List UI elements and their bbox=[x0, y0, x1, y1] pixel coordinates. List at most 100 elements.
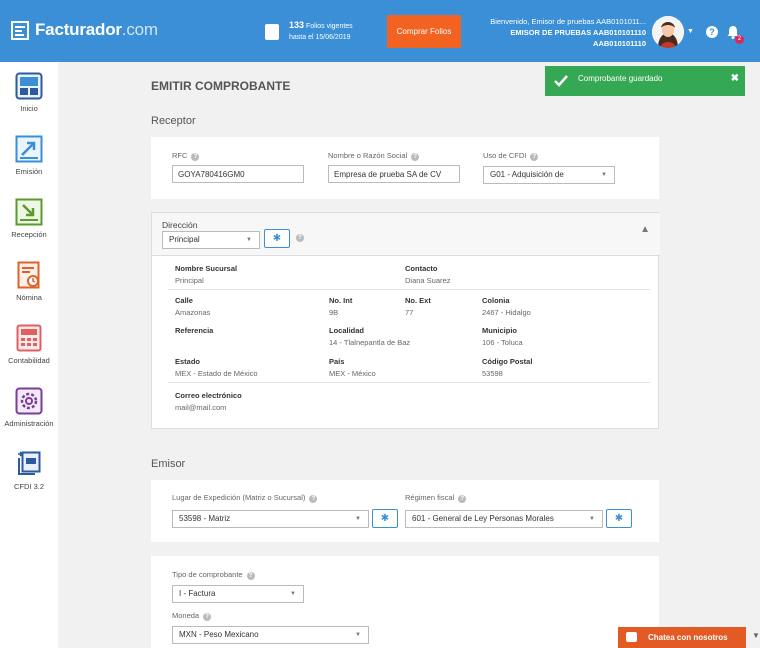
correo-label: Correo electrónico bbox=[175, 391, 242, 400]
direccion-header[interactable]: Dirección Principal ▼ ✱ ? ▲ bbox=[152, 213, 660, 256]
noint-value: 9B bbox=[329, 308, 339, 317]
estado-value: MEX - Estado de México bbox=[175, 369, 258, 378]
chevron-down-icon: ▼ bbox=[355, 516, 361, 522]
regimen-select[interactable]: 601 - General de Ley Personas Morales ▼ bbox=[405, 510, 603, 528]
sucursal-value: Principal bbox=[175, 276, 204, 285]
chevron-down-icon: ▼ bbox=[601, 172, 607, 178]
calle-label: Calle bbox=[175, 296, 193, 305]
cfdi-select[interactable]: G01 - Adquisición de ▼ bbox=[483, 166, 615, 184]
emisor-card: Lugar de Expedición (Matriz o Sucursal)?… bbox=[151, 480, 659, 542]
rfc-help-icon[interactable]: ? bbox=[191, 153, 200, 161]
regimen-settings-button[interactable]: ✱ bbox=[606, 509, 632, 528]
sidebar-item-emision[interactable]: Emisión bbox=[0, 135, 58, 176]
direccion-select[interactable]: Principal ▼ bbox=[162, 231, 260, 249]
lugar-label: Lugar de Expedición (Matriz o Sucursal)? bbox=[172, 493, 318, 503]
gear-icon: ✱ bbox=[272, 233, 282, 244]
sidebar-item-administracion[interactable]: Administración bbox=[0, 387, 58, 428]
sidebar-label-contabilidad: Contabilidad bbox=[8, 356, 50, 365]
cfdi-icon bbox=[18, 451, 41, 475]
municipio-value: 106 - Toluca bbox=[482, 338, 523, 347]
sidebar-item-cfdi32[interactable]: CFDI 3.2 bbox=[0, 450, 58, 491]
sidebar-item-recepcion[interactable]: Recepción bbox=[0, 198, 58, 239]
divider bbox=[168, 289, 650, 290]
tipo-help-icon[interactable]: ? bbox=[246, 572, 255, 580]
cfdi-select-value: G01 - Adquisición de bbox=[490, 170, 564, 179]
sidebar-item-nomina[interactable]: Nómina bbox=[0, 261, 58, 302]
user-info[interactable]: Bienvenido, Emisor de pruebas AAB0101011… bbox=[490, 16, 646, 49]
estado-label: Estado bbox=[175, 357, 201, 366]
reception-icon bbox=[15, 198, 43, 226]
lugar-select-value: 53598 - Matriz bbox=[179, 514, 231, 523]
help-icon[interactable]: ? bbox=[706, 26, 718, 38]
noint-label: No. Int bbox=[329, 296, 353, 305]
folios-label: Folios vigentes bbox=[305, 23, 353, 30]
pais-label: País bbox=[329, 357, 345, 366]
direccion-help-icon[interactable]: ? bbox=[296, 234, 304, 242]
moneda-select-value: MXN - Peso Mexicano bbox=[179, 630, 259, 639]
sidebar-label-administracion: Administración bbox=[4, 419, 54, 428]
folios-until: hasta el 15/06/2019 bbox=[289, 34, 351, 41]
company-name: EMISOR DE PRUEBAS AAB010101110 bbox=[510, 28, 646, 37]
calle-value: Amazonas bbox=[175, 308, 211, 317]
user-menu-caret-icon[interactable]: ▼ bbox=[687, 28, 694, 35]
moneda-select[interactable]: MXN - Peso Mexicano ▼ bbox=[172, 626, 369, 644]
lugar-help-icon[interactable]: ? bbox=[309, 495, 318, 503]
avatar[interactable] bbox=[652, 16, 684, 48]
welcome-text: Bienvenido, Emisor de pruebas AAB0101011… bbox=[490, 17, 646, 26]
company-rfc: AAB010101110 bbox=[593, 39, 646, 48]
check-icon bbox=[554, 75, 568, 87]
direccion-card: Dirección Principal ▼ ✱ ? ▲ Nombre Sucur… bbox=[151, 212, 660, 429]
pais-value: MEX - México bbox=[329, 369, 376, 378]
direccion-settings-button[interactable]: ✱ bbox=[264, 229, 290, 248]
logo-text: Facturador.com bbox=[35, 20, 158, 39]
scroll-down-icon[interactable]: ▼ bbox=[752, 631, 760, 640]
contacto-value: Diana Suarez bbox=[405, 276, 451, 285]
cp-label: Código Postal bbox=[482, 357, 533, 366]
logo[interactable]: Facturador.com bbox=[10, 18, 158, 42]
folios-info: 133 Folios vigentes hasta el 15/06/2019 bbox=[265, 20, 353, 43]
noext-label: No. Ext bbox=[405, 296, 431, 305]
main-content: EMITIR COMPROBANTE Receptor RFC? Nombre … bbox=[58, 62, 760, 648]
regimen-label: Régimen fiscal? bbox=[405, 493, 467, 503]
chevron-up-icon[interactable]: ▲ bbox=[640, 224, 650, 235]
name-help-icon[interactable]: ? bbox=[411, 153, 420, 161]
cp-value: 53598 bbox=[482, 369, 503, 378]
comprobante-card: Tipo de comprobante? I - Factura ▼ Moned… bbox=[151, 556, 659, 648]
moneda-help-icon[interactable]: ? bbox=[203, 613, 212, 621]
section-title-emisor: Emisor bbox=[151, 458, 186, 470]
referencia-label: Referencia bbox=[175, 326, 214, 335]
tipo-select[interactable]: I - Factura ▼ bbox=[172, 585, 304, 603]
avatar-image bbox=[652, 16, 684, 48]
accounting-icon bbox=[16, 324, 42, 352]
noext-value: 77 bbox=[405, 308, 414, 317]
buy-folios-button[interactable]: Comprar Folios bbox=[387, 15, 461, 48]
sidebar-label-inicio: Inicio bbox=[20, 104, 38, 113]
chat-button[interactable]: Chatea con nosotros bbox=[618, 627, 746, 648]
regimen-help-icon[interactable]: ? bbox=[458, 495, 467, 503]
lugar-select[interactable]: 53598 - Matriz ▼ bbox=[172, 510, 369, 528]
close-icon[interactable]: ✖ bbox=[731, 73, 739, 84]
colonia-label: Colonia bbox=[482, 296, 510, 305]
rfc-input[interactable] bbox=[172, 165, 304, 183]
moneda-label: Moneda? bbox=[172, 611, 212, 621]
colonia-value: 2467 - Hidalgo bbox=[482, 308, 531, 317]
tipo-label: Tipo de comprobante? bbox=[172, 570, 255, 580]
payroll-icon bbox=[17, 261, 40, 289]
gear-icon: ✱ bbox=[614, 513, 624, 524]
chevron-down-icon: ▼ bbox=[589, 516, 595, 522]
correo-value: mail@mail.com bbox=[175, 403, 227, 412]
sidebar-label-emision: Emisión bbox=[15, 167, 43, 176]
sidebar-item-inicio[interactable]: Inicio bbox=[0, 72, 58, 113]
success-toast: Comprobante guardado ✖ bbox=[545, 66, 745, 96]
chat-icon bbox=[626, 632, 637, 642]
chevron-down-icon: ▼ bbox=[355, 632, 361, 638]
home-icon bbox=[15, 72, 43, 100]
direccion-label: Dirección bbox=[162, 220, 198, 230]
lugar-settings-button[interactable]: ✱ bbox=[372, 509, 398, 528]
localidad-label: Localidad bbox=[329, 326, 365, 335]
sidebar-item-contabilidad[interactable]: Contabilidad bbox=[0, 324, 58, 365]
emission-icon bbox=[15, 135, 43, 163]
cfdi-help-icon[interactable]: ? bbox=[530, 153, 539, 161]
name-input[interactable] bbox=[328, 165, 460, 183]
logo-invoice-icon bbox=[11, 21, 29, 40]
